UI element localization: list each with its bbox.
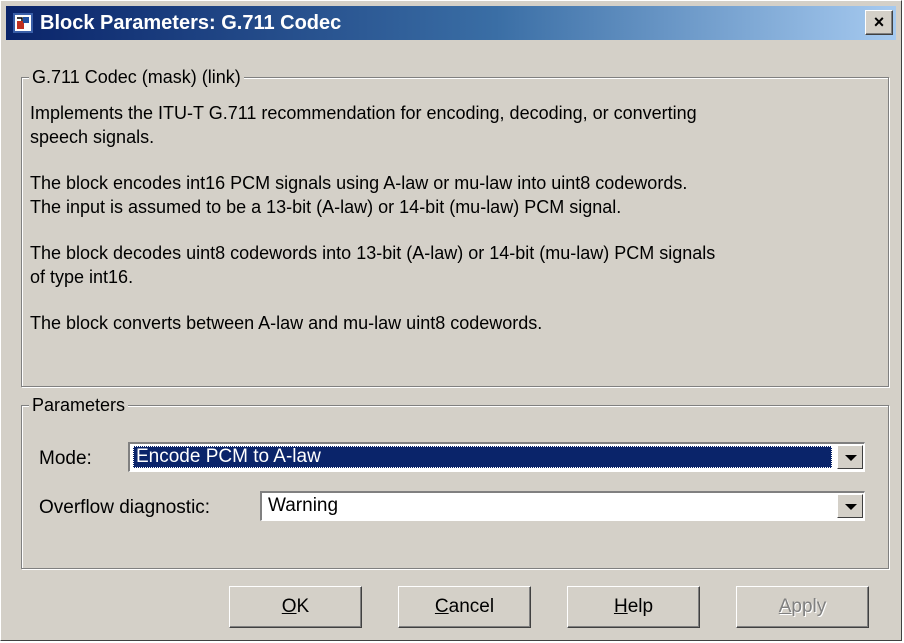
apply-label-rest: pply bbox=[791, 596, 827, 617]
ok-mnemonic: O bbox=[281, 596, 297, 617]
cancel-label-rest: ancel bbox=[448, 596, 495, 617]
dialog-window: Block Parameters: G.711 Codec × G.711 Co… bbox=[0, 0, 902, 641]
mode-select[interactable]: Encode PCM to A-law bbox=[128, 442, 865, 472]
ok-button[interactable]: OK bbox=[229, 586, 362, 628]
description-paragraph: The block converts between A-law and mu-… bbox=[30, 313, 543, 333]
mode-dropdown-button[interactable] bbox=[837, 445, 863, 469]
ok-label-rest: K bbox=[296, 596, 310, 617]
mode-label: Mode: bbox=[39, 448, 92, 469]
overflow-diagnostic-label: Overflow diagnostic: bbox=[39, 497, 211, 518]
cancel-button[interactable]: Cancel bbox=[398, 586, 531, 628]
cancel-mnemonic: C bbox=[434, 596, 449, 617]
window-title: Block Parameters: G.711 Codec bbox=[40, 12, 342, 34]
overflow-diagnostic-select[interactable]: Warning bbox=[260, 491, 865, 521]
overflow-dropdown-button[interactable] bbox=[837, 494, 863, 518]
overflow-diagnostic-selected-value: Warning bbox=[268, 495, 339, 516]
block-description: Implements the ITU-T G.711 recommendatio… bbox=[30, 101, 870, 357]
help-button[interactable]: Help bbox=[567, 586, 700, 628]
title-bar[interactable]: Block Parameters: G.711 Codec × bbox=[6, 6, 896, 40]
parameters-group: Parameters bbox=[21, 395, 889, 569]
help-mnemonic: H bbox=[613, 596, 628, 617]
description-paragraph: The block encodes int16 PCM signals usin… bbox=[30, 173, 688, 217]
description-paragraph: The block decodes uint8 codewords into 1… bbox=[30, 243, 716, 287]
description-paragraph: Implements the ITU-T G.711 recommendatio… bbox=[30, 103, 697, 147]
close-icon: × bbox=[873, 12, 885, 32]
description-group-legend: G.711 Codec (mask) (link) bbox=[29, 67, 244, 87]
mode-selected-value: Encode PCM to A-law bbox=[133, 446, 832, 468]
close-button[interactable]: × bbox=[865, 10, 893, 35]
simulink-block-icon bbox=[13, 13, 33, 33]
chevron-down-icon bbox=[845, 455, 857, 461]
apply-mnemonic: A bbox=[778, 596, 792, 617]
help-label-rest: elp bbox=[627, 596, 654, 617]
apply-button[interactable]: Apply bbox=[736, 586, 869, 628]
chevron-down-icon bbox=[845, 504, 857, 510]
parameters-group-legend: Parameters bbox=[29, 395, 129, 415]
